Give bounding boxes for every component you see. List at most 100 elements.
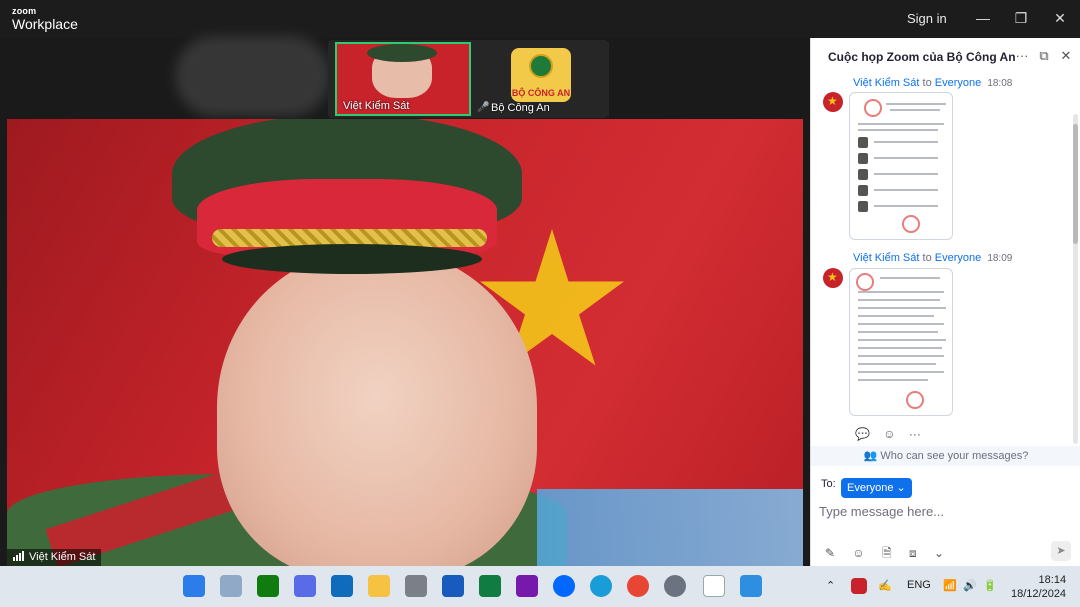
reply-icon[interactable]: 💬 [855,427,870,441]
main-video[interactable]: Việt Kiểm Sát [7,119,803,566]
who-can-see-link[interactable]: 👥 Who can see your messages? [811,446,1080,466]
more-actions-icon[interactable]: ··· [909,427,921,441]
avatar[interactable] [823,268,843,288]
doc-line [858,129,938,131]
message-time: 18:09 [987,253,1013,264]
message-time: 18:08 [987,78,1013,89]
video-name-label: Việt Kiểm Sát [7,549,102,566]
emoji-reaction-icon[interactable]: ☺ [883,427,895,441]
settings-icon[interactable] [664,575,686,597]
thumb-cap [367,44,437,62]
zoom-logo: zoom Workplace [12,6,78,32]
scrollbar-thumb[interactable] [1073,124,1078,244]
outlook-icon[interactable] [331,575,353,597]
zalo-icon[interactable] [553,575,575,597]
doc-line [886,103,946,105]
message-list: Việt Kiểm Sát to Everyone 18:08 ★ Việt K… [811,76,1073,448]
doc-line [858,291,944,293]
restore-icon[interactable]: ❐ [1013,10,1029,26]
edge-icon[interactable] [590,575,612,597]
excel-icon[interactable] [479,575,501,597]
pen-icon[interactable]: ✍ [878,579,892,592]
people-icon: 👥 [863,450,881,462]
more-icon[interactable]: ··· [1015,49,1029,63]
emoji-icon[interactable]: ☺ [852,546,864,560]
screenshot-icon[interactable]: ⧈ [909,546,917,560]
speaker-face [217,249,537,566]
signal-icon [13,551,25,564]
notepad-icon[interactable] [703,575,725,597]
brand-small: zoom [12,6,37,16]
doc-line [858,299,940,301]
chat-scrollbar[interactable] [1073,114,1078,444]
clock-time: 18:14 [1038,574,1067,586]
recipient-name[interactable]: Everyone [935,77,981,89]
close-icon[interactable]: ✕ [1052,10,1068,26]
meeting-stage: Việt Kiểm Sát BỘ CÔNG AN 🎤 Bộ Công An Vi… [0,36,810,566]
windows-taskbar: ⌃ ✍ ENG 📶 🔊 🔋 18:14 18/12/2024 [0,566,1080,607]
app-icon[interactable] [405,575,427,597]
xbox-icon[interactable] [257,575,279,597]
doc-line [874,157,938,159]
doc-line [858,371,944,373]
wifi-icon[interactable]: 📶 [943,579,957,592]
cap-brim [222,244,482,274]
chevron-down-icon[interactable]: ⌄ [934,546,944,560]
chevron-up-icon[interactable]: ⌃ [826,579,835,592]
doc-line [858,379,928,381]
doc-photo [858,201,868,212]
to-word: to [922,252,932,264]
chrome-icon[interactable] [627,575,649,597]
avatar[interactable] [823,92,843,112]
doc-line [858,347,942,349]
file-explorer-icon[interactable] [368,575,390,597]
blue-object [537,489,803,566]
copilot-icon[interactable] [294,575,316,597]
to-word: to [922,77,932,89]
sign-in-button[interactable]: Sign in [907,11,947,26]
zoom-taskbar-icon[interactable] [740,575,762,597]
doc-line [858,363,936,365]
document-seal [856,273,874,291]
message-input[interactable]: Type message here... [819,504,1069,526]
chat-panel: Cuộc họp Zoom của Bộ Công An ··· ⧉ ✕ Việ… [810,38,1080,566]
thumbnail-viet-kiem-sat[interactable]: Việt Kiểm Sát [335,42,471,116]
doc-line [858,315,934,317]
recipient-name[interactable]: Everyone [935,252,981,264]
message-actions: 💬 ☺ ··· [855,427,931,441]
seal-icon [529,54,553,78]
close-chat-icon[interactable]: ✕ [1059,49,1073,63]
minimize-icon[interactable]: — [975,10,991,26]
doc-line [858,323,944,325]
thumbnail-bo-cong-an[interactable]: BỘ CÔNG AN 🎤 Bộ Công An [473,42,609,116]
battery-icon[interactable]: 🔋 [983,579,997,592]
search-icon[interactable] [220,575,242,597]
doc-line [858,307,946,309]
speaker-name: Việt Kiểm Sát [29,551,96,563]
attached-image[interactable] [849,92,953,240]
blurred-area [175,36,330,116]
brand-large: Workplace [12,16,78,32]
document-stamp [906,391,924,409]
mic-muted-icon: 🎤 [477,102,490,113]
sender-name[interactable]: Việt Kiểm Sát [853,77,919,89]
doc-line [874,173,938,175]
recipient-select[interactable]: Everyone ⌄ [841,478,912,498]
volume-icon[interactable]: 🔊 [963,579,977,592]
language-indicator[interactable]: ENG [907,579,931,591]
attached-image[interactable] [849,268,953,416]
sender-name[interactable]: Việt Kiểm Sát [853,252,919,264]
doc-line [858,355,944,357]
taskbar-clock[interactable]: 18:14 18/12/2024 [1011,573,1066,601]
doc-line [874,189,938,191]
vietkey-icon[interactable] [851,578,867,594]
file-icon[interactable]: 🗎 [882,546,892,560]
start-icon[interactable] [183,575,205,597]
popout-icon[interactable]: ⧉ [1037,49,1051,63]
onenote-icon[interactable] [516,575,538,597]
doc-photo [858,153,868,164]
format-icon[interactable]: ✎ [825,546,835,560]
send-icon[interactable]: ➤ [1051,541,1071,561]
word-icon[interactable] [442,575,464,597]
document-stamp [902,215,920,233]
